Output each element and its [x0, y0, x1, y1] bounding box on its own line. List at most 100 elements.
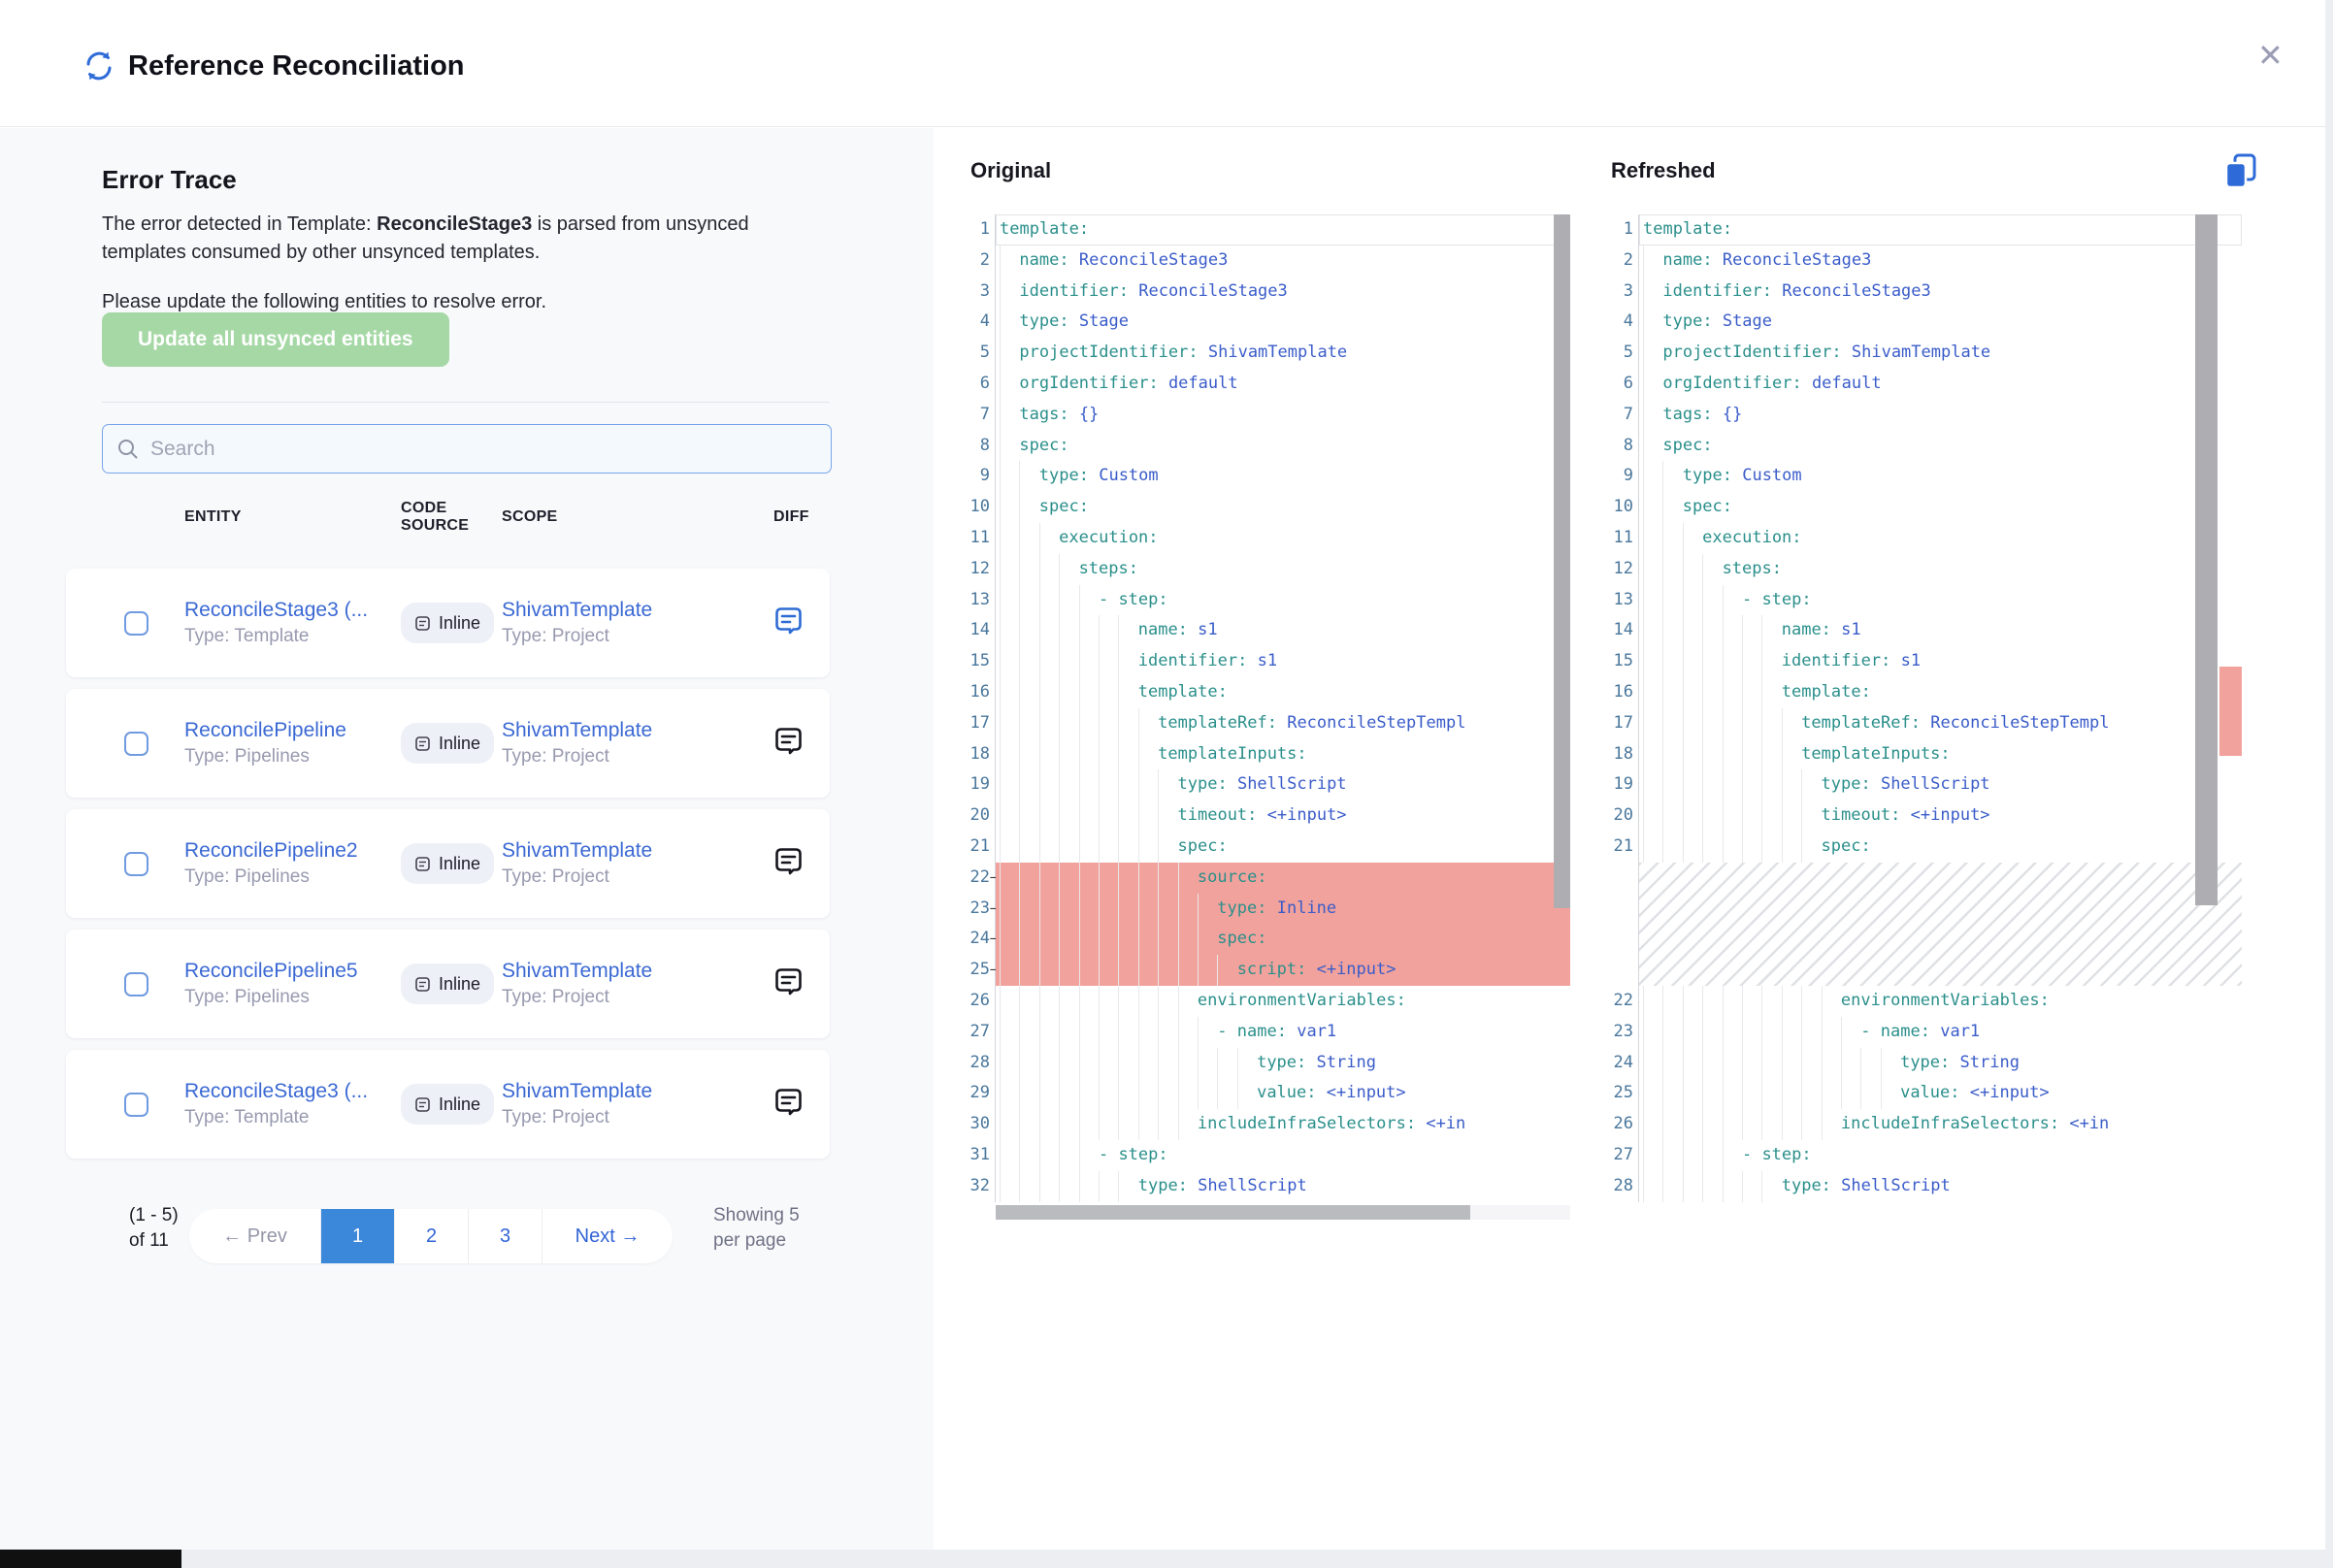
line-number: 18	[1609, 739, 1639, 770]
line-number: 26	[966, 986, 996, 1017]
row-checkbox[interactable]	[124, 972, 148, 996]
refreshed-panel-title: Refreshed	[1611, 158, 1716, 183]
line-number: 16	[1609, 677, 1639, 708]
diff-icon[interactable]	[773, 1087, 804, 1122]
line-number: 27	[1609, 1140, 1639, 1171]
entity-name-link[interactable]: ReconcileStage3 (...	[184, 1080, 401, 1103]
line-number: 2	[966, 245, 996, 277]
pagination-page-1[interactable]: 1	[320, 1209, 394, 1263]
scope-link[interactable]: ShivamTemplate	[502, 719, 773, 742]
line-number: 23	[1609, 1017, 1639, 1048]
search-input[interactable]	[150, 438, 817, 461]
error-trace-heading: Error Trace	[102, 165, 237, 195]
inline-source-icon	[414, 615, 431, 632]
line-number: 7	[1609, 400, 1639, 431]
diff-icon[interactable]	[773, 605, 804, 640]
scope-type-label: Type: Project	[502, 746, 773, 768]
pagination-prev-button[interactable]: ← Prev	[189, 1209, 320, 1263]
line-number: 23–	[966, 894, 996, 925]
code-line: 32type: ShellScript	[966, 1171, 1570, 1202]
close-icon[interactable]: ✕	[2257, 37, 2284, 74]
line-number: 3	[1609, 277, 1639, 308]
code-line: 27- name: var1	[966, 1017, 1570, 1048]
code-line: 11execution:	[966, 523, 1570, 554]
code-line: 12steps:	[966, 554, 1570, 585]
copy-icon[interactable]	[2222, 151, 2259, 192]
diff-icon[interactable]	[773, 966, 804, 1001]
line-number: 20	[966, 800, 996, 832]
page-background-edge	[2325, 0, 2333, 1568]
code-line: 29value: <+input>	[966, 1078, 1570, 1109]
entity-name-link[interactable]: ReconcileStage3 (...	[184, 599, 401, 622]
desc-template-name: ReconcileStage3	[377, 213, 532, 235]
scope-link[interactable]: ShivamTemplate	[502, 1080, 773, 1103]
code-line: 3identifier: ReconcileStage3	[1609, 277, 2242, 308]
code-line: 27- step:	[1609, 1140, 2242, 1171]
row-checkbox[interactable]	[124, 732, 148, 756]
diff-icon[interactable]	[773, 846, 804, 881]
line-number: 30	[966, 1109, 996, 1140]
pagination-page-3[interactable]: 3	[468, 1209, 542, 1263]
inline-source-icon	[414, 976, 431, 993]
entity-type-label: Type: Template	[184, 1107, 401, 1128]
update-all-unsynced-button[interactable]: Update all unsynced entities	[102, 312, 449, 367]
column-header-code-source: CODE SOURCE	[401, 500, 502, 535]
entity-name-link[interactable]: ReconcilePipeline	[184, 719, 401, 742]
line-number: 1	[1609, 214, 1639, 245]
divider	[102, 402, 830, 403]
code-source-label: Inline	[439, 854, 480, 874]
line-number: 32	[966, 1171, 996, 1202]
code-line: 9type: Custom	[966, 461, 1570, 492]
diff-icon[interactable]	[773, 726, 804, 761]
inline-source-icon	[414, 856, 431, 872]
entity-name-link[interactable]: ReconcilePipeline2	[184, 839, 401, 863]
code-line: 6orgIdentifier: default	[966, 369, 1570, 400]
line-number: 8	[966, 431, 996, 462]
column-header-diff: DIFF	[773, 508, 809, 526]
original-code-editor: 1template:2name: ReconcileStage33identif…	[966, 214, 1570, 1203]
code-line: 22–source:	[966, 863, 1570, 894]
code-line: 7tags: {}	[966, 400, 1570, 431]
scope-link[interactable]: ShivamTemplate	[502, 960, 773, 983]
line-number: 7	[966, 400, 996, 431]
code-line: 8spec:	[1609, 431, 2242, 462]
code-source-badge: Inline	[401, 1084, 494, 1125]
line-number: 25–	[966, 955, 996, 986]
line-number: 13	[1609, 585, 1639, 616]
code-line: 9type: Custom	[1609, 461, 2242, 492]
error-trace-description: The error detected in Template: Reconcil…	[102, 211, 781, 267]
code-line: 2name: ReconcileStage3	[966, 245, 1570, 277]
line-number: 9	[1609, 461, 1639, 492]
pagination-page-2[interactable]: 2	[394, 1209, 468, 1263]
line-number: 29	[966, 1078, 996, 1109]
refreshed-vertical-scrollbar[interactable]	[2195, 214, 2218, 905]
search-box	[102, 424, 832, 474]
code-line: 20timeout: <+input>	[1609, 800, 2242, 832]
row-checkbox[interactable]	[124, 852, 148, 876]
code-line: 24–spec:	[966, 924, 1570, 955]
line-number: 5	[1609, 338, 1639, 369]
code-line: 15identifier: s1	[966, 646, 1570, 677]
code-line: 28type: ShellScript	[1609, 1171, 2242, 1202]
entity-table-body: ReconcileStage3 (...Type: TemplateInline…	[66, 569, 830, 1170]
row-checkbox[interactable]	[124, 1093, 148, 1117]
code-line: 17templateRef: ReconcileStepTempl	[966, 708, 1570, 739]
line-number: 21	[1609, 832, 1639, 863]
pagination-next-button[interactable]: Next →	[542, 1209, 673, 1263]
line-number: 19	[966, 769, 996, 800]
code-line: 7tags: {}	[1609, 400, 2242, 431]
scope-link[interactable]: ShivamTemplate	[502, 839, 773, 863]
row-checkbox[interactable]	[124, 611, 148, 636]
pagination-range-text: (1 - 5) of 11	[129, 1203, 193, 1254]
line-number: 6	[966, 369, 996, 400]
code-line: 8spec:	[966, 431, 1570, 462]
original-horizontal-scrollbar[interactable]	[996, 1205, 1470, 1220]
entity-name-link[interactable]: ReconcilePipeline5	[184, 960, 401, 983]
pagination-per-page-text: Showing 5 per page	[713, 1203, 814, 1254]
original-vertical-scrollbar[interactable]	[1554, 214, 1570, 908]
code-line: 24type: String	[1609, 1048, 2242, 1079]
code-source-label: Inline	[439, 734, 480, 754]
line-number: 1	[966, 214, 996, 245]
inline-source-icon	[414, 1096, 431, 1113]
scope-link[interactable]: ShivamTemplate	[502, 599, 773, 622]
